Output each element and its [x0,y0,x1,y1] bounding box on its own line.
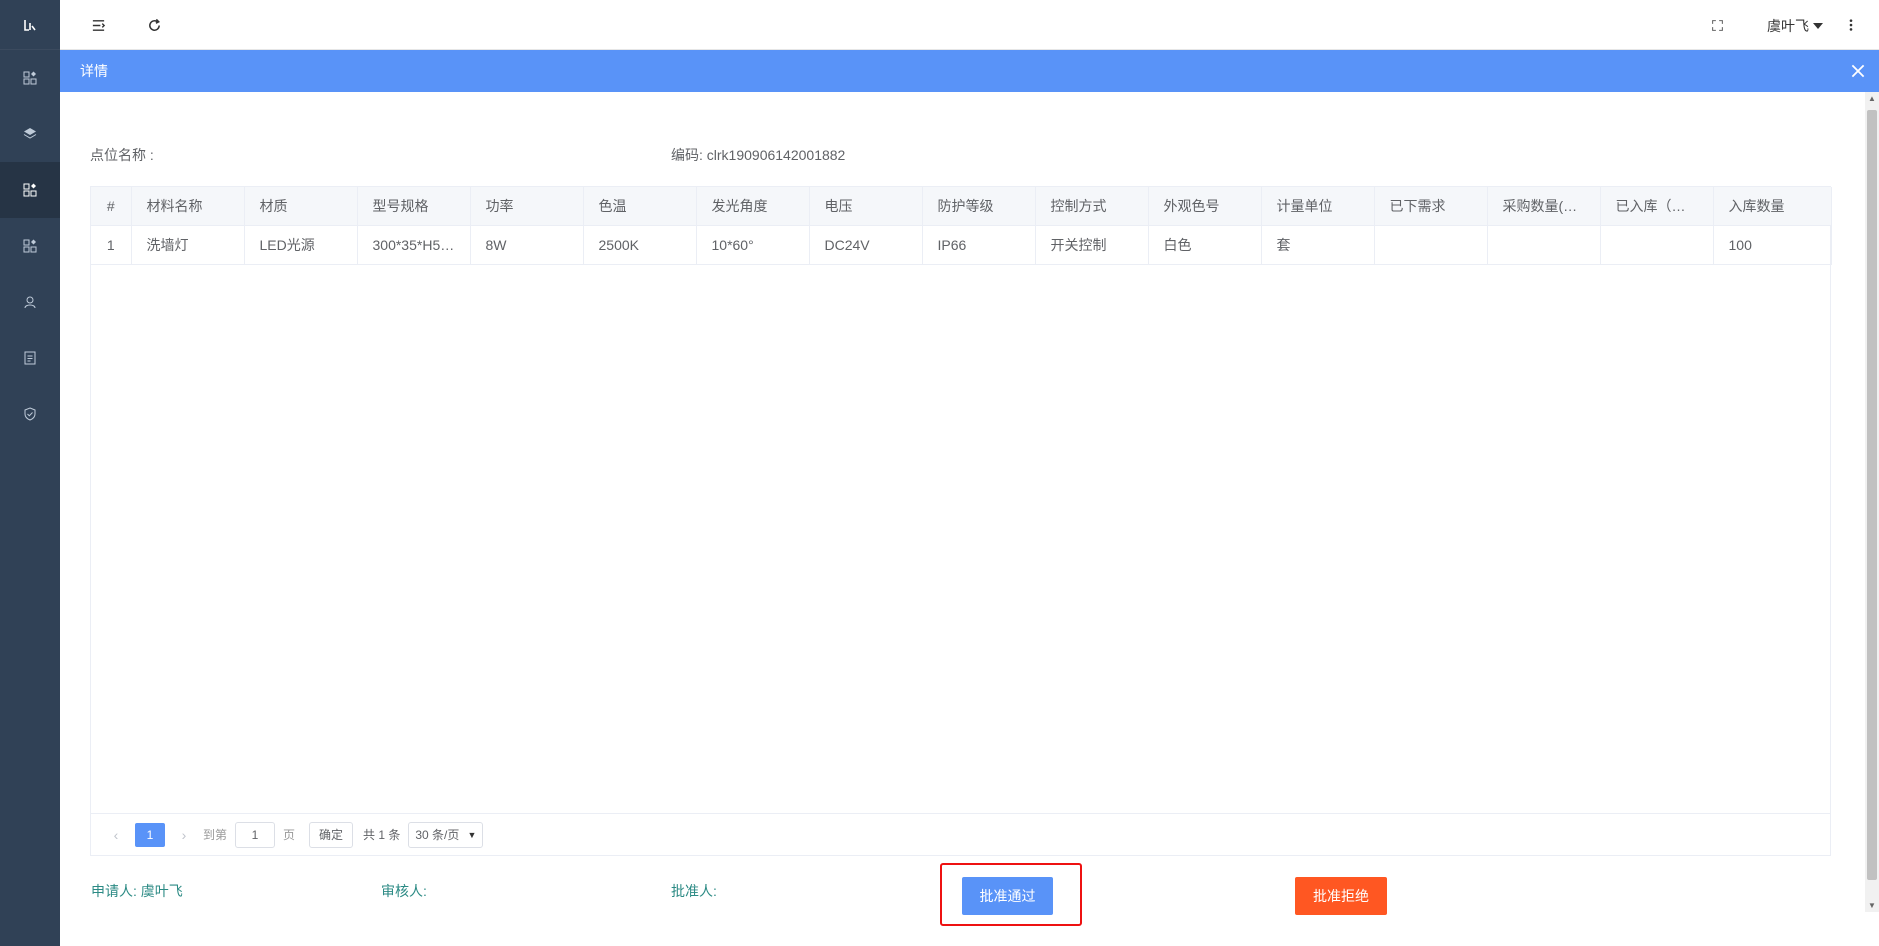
table-header-row: # 材料名称 材质 型号规格 功率 色温 发光角度 电压 防护等级 控制方式 外… [91,187,1832,226]
point-name-label: 点位名称 : [90,147,154,163]
column-header[interactable]: 功率 [470,187,584,226]
column-header[interactable]: 已下需求 [1374,187,1488,226]
goto-page-input[interactable]: 1 [235,821,276,848]
reviewer-label: 审核人: [381,883,427,899]
sidebar-item-7[interactable] [0,386,60,442]
table-cell: 100 [1713,225,1832,265]
table-cell: 洗墙灯 [131,225,245,265]
applicant-label: 申请人: 虞叶飞 [91,883,183,899]
table-cell: 1 [91,225,132,265]
scroll-up-icon[interactable]: ▲ [1868,94,1876,103]
table-cell: 300*35*H5… [357,225,471,265]
prev-page-icon[interactable]: ‹ [105,827,127,843]
column-header[interactable]: 控制方式 [1035,187,1149,226]
sidebar-item-3[interactable] [0,162,60,218]
total-count: 共 1 条 [363,828,401,842]
table-cell [1600,225,1714,265]
document-icon [24,351,36,365]
table-cell: 8W [470,225,584,265]
dialog-title: 详情 [80,63,108,79]
table-cell: 2500K [583,225,697,265]
table-cell: DC24V [809,225,923,265]
sidebar-item-1[interactable] [0,50,60,106]
column-header[interactable]: 材质 [244,187,358,226]
column-header[interactable]: 电压 [809,187,923,226]
materials-table: # 材料名称 材质 型号规格 功率 色温 发光角度 电压 防护等级 控制方式 外… [90,186,1832,856]
code-label: 编码: [671,147,703,163]
code-info: 编码: clrk190906142001882 [671,145,845,165]
app-logo[interactable] [0,0,60,50]
column-header[interactable]: 发光角度 [696,187,810,226]
sidebar-item-2[interactable] [0,106,60,162]
column-header[interactable]: 色温 [583,187,697,226]
sidebar-item-4[interactable] [0,218,60,274]
scroll-down-icon[interactable]: ▼ [1868,901,1876,910]
top-header: 虞叶飞 [60,0,1879,50]
dropdown-arrow-icon: ▼ [467,829,477,840]
caret-down-icon [1813,23,1823,29]
column-header[interactable]: 型号规格 [357,187,471,226]
sidebar-item-6[interactable] [0,330,60,386]
user-menu[interactable]: 虞叶飞 [1767,16,1823,36]
shield-check-icon [24,407,36,421]
table-cell [1487,225,1601,265]
logo-icon [24,19,36,31]
column-header[interactable]: 计量单位 [1261,187,1375,226]
sidebar-item-5[interactable] [0,274,60,330]
user-name: 虞叶飞 [1767,18,1809,34]
code-value: clrk190906142001882 [706,147,846,163]
table-cell: 10*60° [696,225,810,265]
goto-label: 到第 [203,828,228,842]
column-header[interactable]: 采购数量(… [1487,187,1601,226]
refresh-icon[interactable] [144,15,164,35]
apps-icon [23,71,37,85]
page-size-value: 30 条/页 [415,828,460,842]
approve-button[interactable]: 批准通过 [962,877,1053,915]
column-header[interactable]: 材料名称 [131,187,245,226]
dialog-header: 详情 [60,50,1879,92]
table-cell: LED光源 [244,225,358,265]
column-header[interactable]: # [91,187,132,226]
menu-toggle-icon[interactable] [88,15,108,35]
column-header[interactable]: 入库数量 [1713,187,1832,226]
table-cell: 白色 [1148,225,1262,265]
apps-icon [23,239,37,253]
table-cell: IP66 [922,225,1036,265]
scrollbar-thumb[interactable] [1867,110,1877,880]
column-header[interactable]: 外观色号 [1148,187,1262,226]
apps-icon [23,183,37,197]
table-row[interactable]: 1 洗墙灯 LED光源 300*35*H5… 8W 2500K 10*60° D… [91,225,1832,265]
sidebar [0,0,60,946]
pagination: ‹ 1 › 到第 1 页 确定 共 1 条 30 条/页 ▼ [91,813,1830,855]
current-page-button[interactable]: 1 [135,822,165,847]
dialog-scrollbar[interactable]: ▲ ▼ [1865,92,1879,912]
more-vertical-icon[interactable] [1841,15,1861,35]
column-header[interactable]: 防护等级 [922,187,1036,226]
table-cell: 套 [1261,225,1375,265]
fullscreen-icon[interactable] [1707,15,1727,35]
table-cell [1374,225,1488,265]
close-icon[interactable] [1849,62,1867,80]
user-icon [24,296,36,309]
layers-icon [23,128,37,139]
reject-button[interactable]: 批准拒绝 [1295,877,1387,915]
table-cell: 开关控制 [1035,225,1149,265]
column-header[interactable]: 已入库（… [1600,187,1714,226]
confirm-page-button[interactable]: 确定 [309,821,354,848]
page-size-select[interactable]: 30 条/页 ▼ [408,821,484,848]
approver-label: 批准人: [671,883,717,899]
next-page-icon[interactable]: › [173,827,195,843]
page-label: 页 [283,828,296,842]
